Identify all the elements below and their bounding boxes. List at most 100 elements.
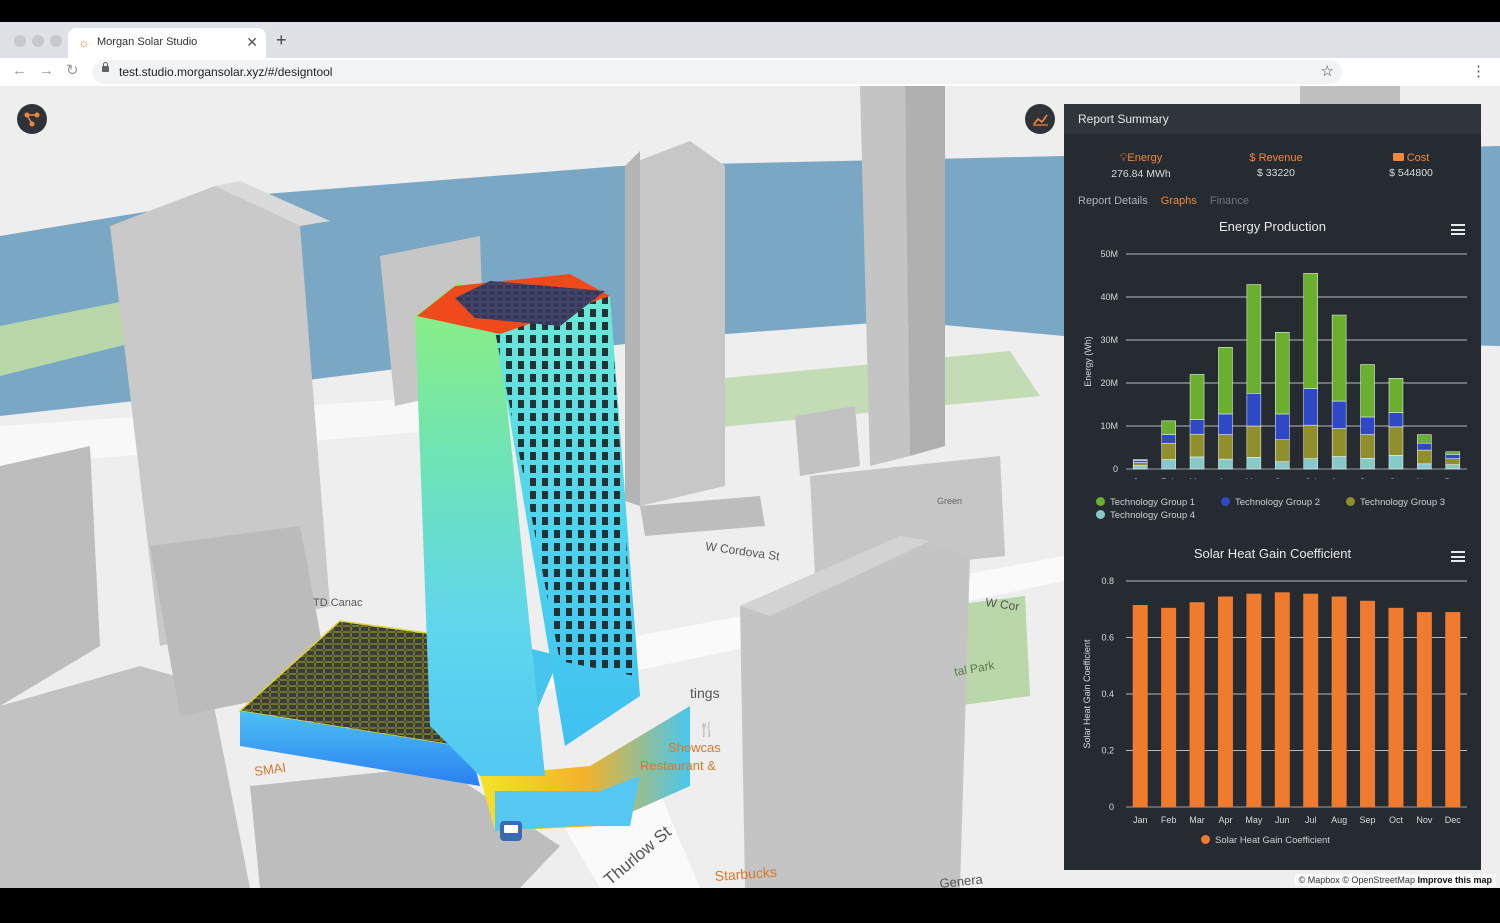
revenue-label: $ Revenue xyxy=(1249,152,1303,164)
improve-map-link[interactable]: Improve this map xyxy=(1417,875,1492,885)
x-tick-label: Jun xyxy=(1275,477,1290,479)
bar-segment xyxy=(1360,364,1375,418)
bar-segment xyxy=(1331,400,1347,429)
legend-item[interactable]: Technology Group 3 xyxy=(1346,497,1445,508)
shgc-chart-menu-icon[interactable] xyxy=(1451,551,1465,562)
x-tick-label: Feb xyxy=(1161,815,1177,825)
bar-segment xyxy=(1303,273,1318,389)
tab-finance[interactable]: Finance xyxy=(1210,195,1249,207)
bar-segment xyxy=(1189,433,1205,458)
y-tick-label: 0 xyxy=(1109,802,1114,812)
x-tick-label: Nov xyxy=(1416,477,1433,479)
bookmark-star-icon[interactable]: ☆ xyxy=(1321,62,1334,80)
browser-window: ☼ Morgan Solar Studio ✕ + ← → ↻ test.stu… xyxy=(0,22,1500,888)
x-tick-label: Oct xyxy=(1389,477,1404,479)
sun-icon: ☼ xyxy=(78,35,90,50)
report-chart-button[interactable] xyxy=(1025,104,1055,134)
y-tick-label: 30M xyxy=(1100,335,1118,345)
bar-segment xyxy=(1161,459,1176,470)
energy-production-chart: 0 10M 20M 30M 40M 50M Energy (Wh) Jan Feb Mar Apr M… xyxy=(1083,249,1467,479)
bar-segment xyxy=(1445,451,1461,455)
bar-segment xyxy=(1161,434,1176,444)
x-tick-label: Jun xyxy=(1275,815,1290,825)
bar-segment xyxy=(1218,434,1233,460)
bar xyxy=(1303,593,1319,807)
map-attribution: © Mapbox © OpenStreetMap Improve this ma… xyxy=(1294,874,1496,886)
bar-segment xyxy=(1275,332,1290,415)
bar xyxy=(1161,607,1177,807)
map-label-restaurant: Restaurant & xyxy=(640,758,716,773)
y-tick-label: 40M xyxy=(1100,292,1118,302)
forward-arrow-icon[interactable]: → xyxy=(39,62,54,80)
bar-segment xyxy=(1360,434,1375,459)
window-zoom-dot[interactable] xyxy=(50,35,62,47)
window-minimize-dot[interactable] xyxy=(32,35,44,47)
browser-tab[interactable]: ☼ Morgan Solar Studio ✕ xyxy=(68,28,266,58)
window-close-dot[interactable] xyxy=(14,35,26,47)
legend-dot xyxy=(1201,835,1210,844)
bar-segment xyxy=(1445,464,1461,470)
y-tick-label: 0 xyxy=(1113,464,1118,474)
report-details-label: Report Details xyxy=(1078,195,1148,207)
y-tick-label: 0.8 xyxy=(1101,576,1114,586)
panel-title: Report Summary xyxy=(1078,112,1169,126)
legend-item[interactable]: Technology Group 1 xyxy=(1096,497,1195,508)
bar-segment xyxy=(1417,434,1432,444)
map-label-td: TD Canac xyxy=(313,597,363,609)
legend-item[interactable]: Solar Heat Gain Coefficient xyxy=(1201,835,1330,846)
bar-segment xyxy=(1246,393,1262,427)
bar-segment xyxy=(1331,428,1347,457)
y-tick-label: 0.4 xyxy=(1101,689,1114,699)
cost-value: $ 544800 xyxy=(1389,167,1433,179)
y-tick-label: 0.2 xyxy=(1101,746,1114,756)
x-tick-label: Mar xyxy=(1189,815,1205,825)
bar-segment xyxy=(1388,378,1404,413)
bar-segment xyxy=(1161,420,1176,435)
y-tick-label: 50M xyxy=(1100,249,1118,259)
x-tick-label: Dec xyxy=(1445,815,1462,825)
x-tick-label: Feb xyxy=(1161,477,1177,479)
bar-segment xyxy=(1303,424,1318,459)
legend-label: Technology Group 2 xyxy=(1235,497,1321,508)
reload-icon[interactable]: ↻ xyxy=(66,62,79,80)
map-label-tings: tings xyxy=(690,685,720,701)
x-tick-label: Sep xyxy=(1360,815,1376,825)
legend-item[interactable]: Technology Group 4 xyxy=(1096,510,1195,521)
attribution-text: © Mapbox © OpenStreetMap xyxy=(1298,875,1415,885)
bar xyxy=(1274,592,1290,807)
bar xyxy=(1388,607,1404,807)
x-tick-label: Aug xyxy=(1331,477,1347,479)
report-tabs: Report Details Graphs Finance xyxy=(1078,195,1259,207)
bar-segment xyxy=(1132,459,1148,461)
map-label-green: Green xyxy=(937,496,962,506)
bar xyxy=(1360,600,1376,807)
back-arrow-icon[interactable]: ← xyxy=(12,62,27,80)
legend-dot xyxy=(1346,497,1355,506)
x-tick-label: Nov xyxy=(1416,815,1433,825)
x-tick-label: Apr xyxy=(1218,815,1232,825)
bar xyxy=(1416,612,1432,807)
legend-label: Technology Group 1 xyxy=(1110,497,1196,508)
close-tab-icon[interactable]: ✕ xyxy=(246,34,258,50)
new-tab-button[interactable]: + xyxy=(276,30,287,50)
tab-graphs[interactable]: Graphs xyxy=(1161,195,1197,207)
report-summary-panel: Report Summary 💡︎Energy 276.84 MWh $ Rev… xyxy=(1064,104,1481,870)
address-bar[interactable]: test.studio.morgansolar.xyz/#/designtool… xyxy=(92,60,1342,84)
legend-dot xyxy=(1221,497,1230,506)
bar-segment xyxy=(1388,426,1404,456)
energy-chart-menu-icon[interactable] xyxy=(1451,224,1465,235)
tab-title: Morgan Solar Studio xyxy=(97,36,198,48)
browser-menu-icon[interactable]: ⋮ xyxy=(1471,62,1486,80)
legend-label: Technology Group 3 xyxy=(1360,497,1446,508)
legend-item[interactable]: Technology Group 2 xyxy=(1221,497,1320,508)
bar-segment xyxy=(1417,463,1432,470)
x-tick-label: May xyxy=(1245,815,1263,825)
bar xyxy=(1445,612,1461,807)
url-text: test.studio.morgansolar.xyz/#/designtool xyxy=(119,65,333,79)
network-graph-button[interactable] xyxy=(17,104,47,134)
x-tick-label: Dec xyxy=(1445,477,1462,479)
bar-segment xyxy=(1161,442,1176,460)
restaurant-icon: 🍴 xyxy=(698,721,715,738)
legend-label: Solar Heat Gain Coefficient xyxy=(1215,835,1330,846)
bar xyxy=(1132,605,1148,807)
